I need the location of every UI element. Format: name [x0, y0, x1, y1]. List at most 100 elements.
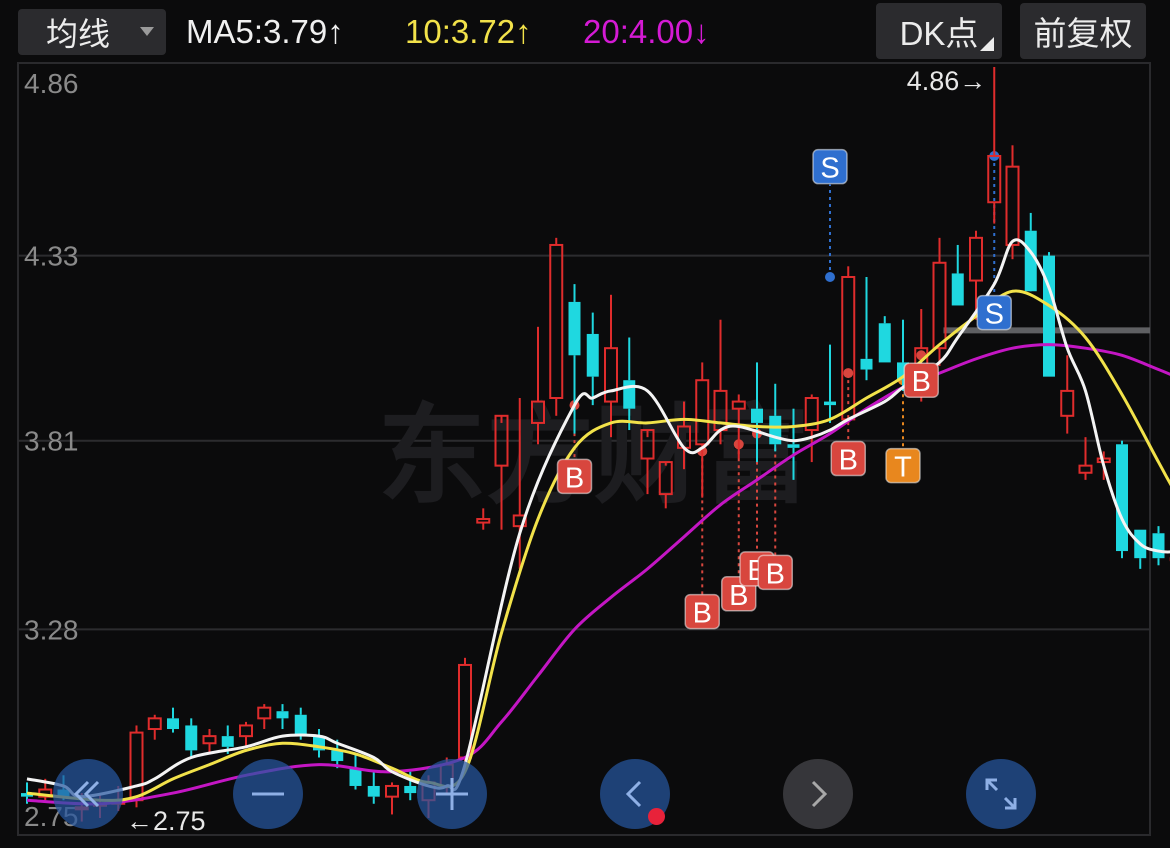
dk-point-button-label: DK点 [899, 15, 979, 52]
candle-body [1116, 444, 1128, 552]
minus-icon [252, 792, 284, 796]
marker-letter: B [766, 558, 785, 590]
scroll-left-button[interactable] [53, 759, 123, 829]
candle-body [1078, 464, 1093, 474]
signal-marker-b: B [830, 440, 866, 477]
candle [878, 316, 891, 363]
candle [385, 782, 399, 815]
candle-body [221, 736, 234, 747]
candlestick-chart[interactable]: 4.864.333.813.282.75 东方财富 BBBBBBBBTSS 4.… [0, 62, 1170, 848]
signal-dot [843, 368, 854, 379]
candle-body [185, 725, 198, 751]
candle [1134, 529, 1147, 569]
candle [860, 276, 873, 381]
candle [841, 266, 856, 423]
chevron-right-icon [811, 780, 828, 808]
signal-marker-t: T [885, 447, 921, 484]
candle [147, 714, 162, 740]
candle [1116, 440, 1128, 559]
candle-body [202, 735, 217, 745]
candle-body [860, 358, 873, 370]
indicator-dropdown[interactable]: 均线 [18, 9, 166, 55]
candle-body [878, 323, 891, 363]
candle-body [769, 415, 782, 445]
candle [1043, 252, 1055, 377]
signal-marker-b: B [903, 362, 939, 398]
zoom-out-button[interactable] [233, 759, 303, 829]
candle [1152, 526, 1165, 566]
signal-marker-s: S [976, 294, 1012, 331]
indicator-dropdown-label: 均线 [46, 16, 111, 52]
dk-point-button[interactable]: DK点 [876, 3, 1002, 59]
candle-body [294, 714, 307, 737]
marker-letter: T [894, 452, 912, 484]
candle [167, 707, 179, 733]
y-tick-label: 3.28 [24, 614, 79, 645]
candle [586, 312, 599, 406]
double-chevron-left-icon [73, 780, 100, 808]
y-tick-label: 4.86 [24, 68, 79, 99]
candle-body [276, 711, 289, 719]
y-tick-label: 4.33 [24, 241, 79, 272]
y-tick-label: 3.81 [24, 426, 79, 457]
marker-letter: B [565, 462, 584, 494]
ma10-readout: 10:3.72↑ [405, 13, 532, 50]
watermark: 东方财富 [378, 394, 810, 519]
expand-icon [985, 778, 1017, 810]
marker-letter: B [839, 445, 858, 477]
candle [824, 344, 836, 423]
signal-marker-s: S [812, 148, 848, 185]
candle-body [951, 273, 964, 306]
candle-body [787, 444, 800, 448]
chevron-left-icon [625, 780, 642, 808]
candle-body [257, 706, 272, 720]
signal-marker-b: B [556, 458, 593, 494]
candle [349, 753, 362, 790]
forward-adjust-button-label: 前复权 [1033, 15, 1133, 52]
notification-dot [648, 808, 665, 825]
candle-body [932, 261, 947, 350]
candle-body [167, 718, 179, 730]
candle-body [385, 784, 399, 798]
candle [1078, 437, 1093, 480]
ma5-readout: MA5:3.79↑ [186, 13, 344, 50]
candle-body [751, 408, 763, 423]
candle-body [969, 236, 983, 282]
marker-letter: B [912, 366, 931, 398]
candle [1060, 355, 1075, 434]
plus-icon [436, 778, 468, 810]
candle [202, 729, 217, 754]
candle [239, 721, 253, 747]
next-button[interactable] [783, 759, 853, 829]
candle-body [586, 333, 599, 377]
candle-body [841, 275, 856, 421]
candle-body [147, 717, 162, 731]
marker-letter: S [820, 153, 839, 185]
marker-letter: B [693, 598, 712, 630]
candle-body [476, 518, 491, 524]
low-annotation: ←2.75 [126, 806, 206, 836]
candle [549, 237, 564, 416]
candle-body [1024, 230, 1037, 292]
candle-body [239, 724, 253, 738]
candle [367, 771, 380, 804]
candle-body [404, 785, 417, 794]
high-annotation: 4.86→ [907, 66, 987, 96]
fullscreen-button[interactable] [966, 759, 1036, 829]
candle-body [1060, 389, 1075, 417]
forward-adjust-button[interactable]: 前复权 [1020, 3, 1146, 59]
marker-letter: S [985, 299, 1004, 331]
signal-marker-b: B [757, 554, 793, 590]
signal-dot [825, 271, 835, 282]
candle [313, 729, 325, 758]
ma20-readout: 20:4.00↓ [583, 13, 710, 50]
candle [951, 244, 964, 306]
candle-body [549, 243, 564, 400]
candle-body [623, 380, 636, 409]
zoom-in-button[interactable] [417, 759, 487, 829]
y-axis-ticks: 4.864.333.813.282.75 [24, 68, 79, 832]
signal-markers: BBBBBBBBTSS [556, 148, 1012, 630]
candle [276, 704, 289, 730]
candle-body [349, 768, 362, 786]
candle [257, 704, 272, 730]
